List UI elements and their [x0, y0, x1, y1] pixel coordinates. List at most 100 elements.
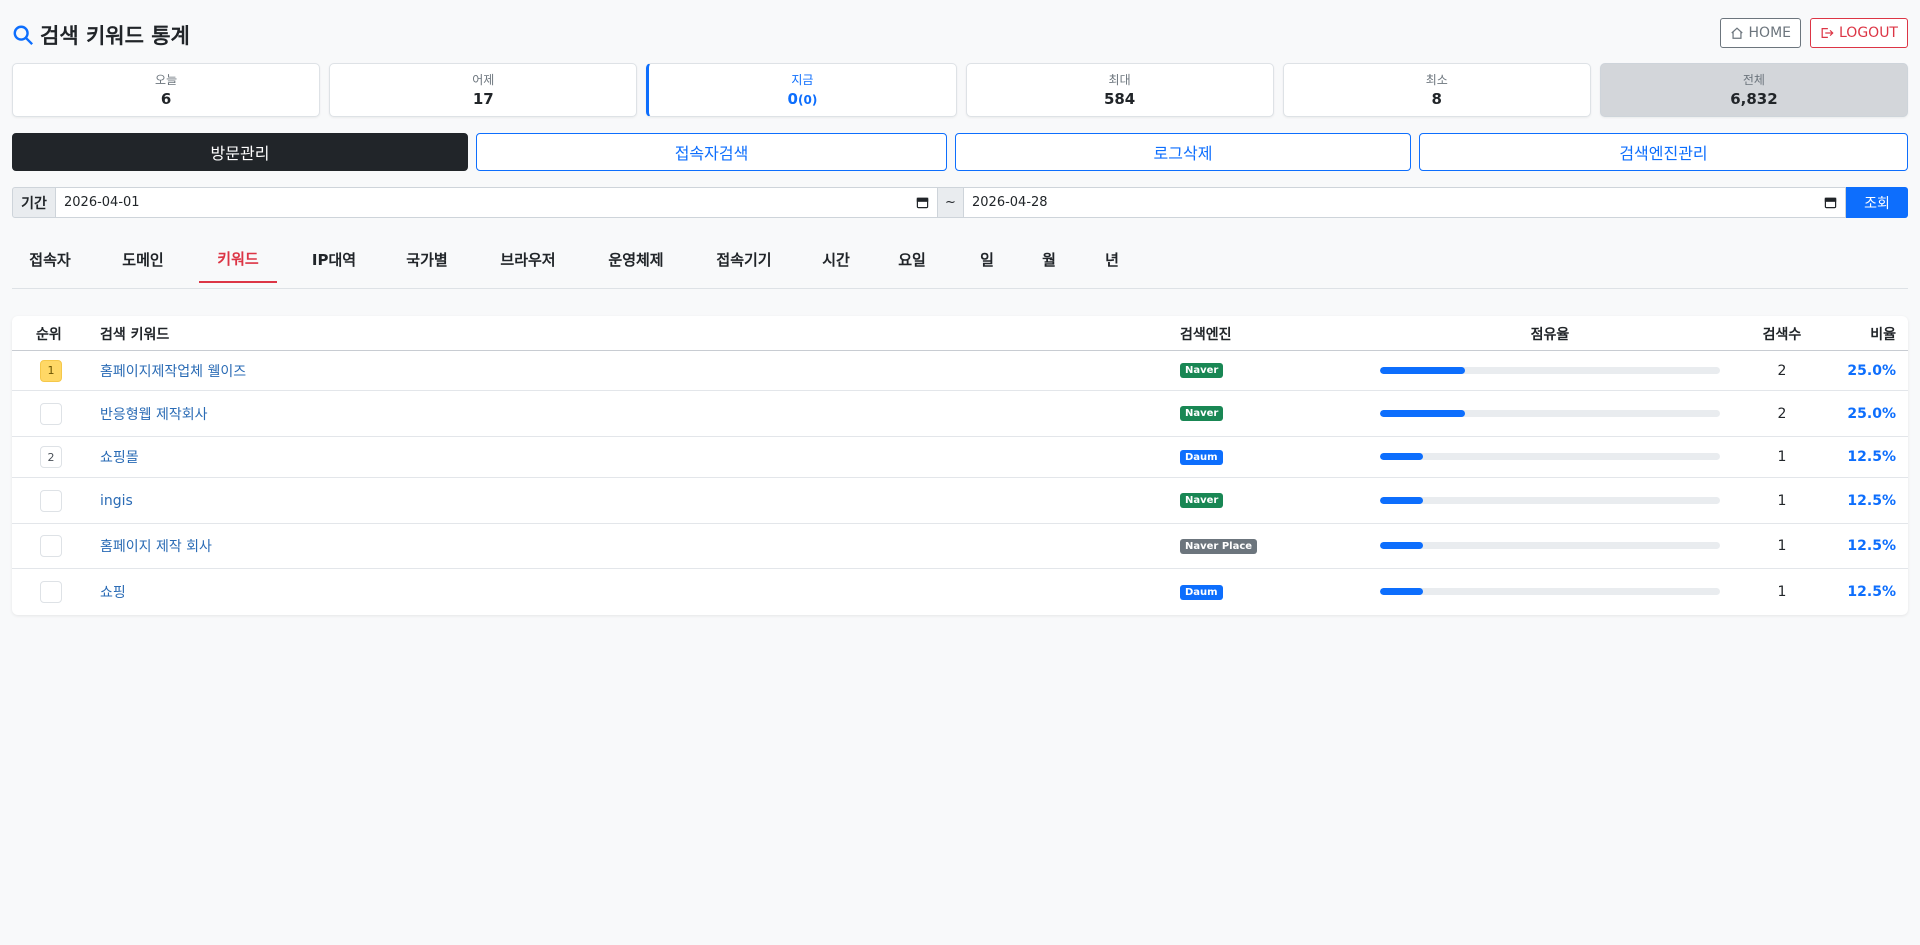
- keyword-link[interactable]: 반응형웹 제작회사: [100, 404, 208, 424]
- period-label: 기간: [12, 187, 56, 218]
- search-count: 2: [1777, 405, 1787, 422]
- stat-label: 어제: [472, 73, 495, 87]
- stat-max: 최대 584: [965, 63, 1274, 117]
- stat-now-sub: (0): [797, 93, 818, 107]
- start-date-input[interactable]: 2026-04-01: [56, 187, 938, 218]
- ratio-value: 25.0%: [1847, 362, 1896, 379]
- page-title: 검색 키워드 통계: [12, 20, 190, 50]
- search-submit-button[interactable]: 조회: [1846, 187, 1908, 218]
- tab-day[interactable]: 일: [962, 236, 1012, 283]
- table-row: 쇼핑 Daum 1 12.5%: [12, 569, 1908, 615]
- search-icon: [13, 25, 34, 46]
- calendar-icon[interactable]: [1824, 196, 1837, 209]
- tab-weekday[interactable]: 요일: [882, 236, 942, 283]
- search-count: 1: [1777, 492, 1787, 509]
- table-row: 홈페이지 제작 회사 Naver Place 1 12.5%: [12, 524, 1908, 569]
- share-bar: [1380, 453, 1720, 460]
- logout-button-label: LOGOUT: [1839, 25, 1898, 41]
- period-separator: ~: [938, 187, 964, 218]
- keyword-link[interactable]: 홈페이지제작업체 웰이즈: [100, 361, 246, 381]
- engine-badge: Naver: [1180, 493, 1224, 508]
- tab-hour[interactable]: 시간: [806, 236, 866, 283]
- keyword-link[interactable]: 쇼핑: [100, 582, 126, 602]
- home-icon: [1730, 27, 1743, 39]
- tab-visitors[interactable]: 접속자: [12, 236, 88, 283]
- share-bar-fill: [1380, 496, 1423, 504]
- share-bar: [1380, 588, 1720, 595]
- stat-label: 최대: [1108, 73, 1131, 87]
- stat-label: 지금: [791, 73, 814, 87]
- ratio-value: 12.5%: [1847, 538, 1896, 554]
- search-engine-manage-button[interactable]: 검색엔진관리: [1419, 133, 1908, 171]
- stat-now-value: 0: [787, 90, 798, 108]
- share-bar-fill: [1380, 542, 1423, 549]
- tab-device[interactable]: 접속기기: [698, 236, 790, 283]
- share-bar-fill: [1380, 588, 1423, 595]
- stat-total: 전체 6,832: [1599, 63, 1909, 117]
- end-date-value: 2026-04-28: [972, 195, 1048, 210]
- share-bar-fill: [1380, 366, 1465, 374]
- keyword-link[interactable]: 홈페이지 제작 회사: [100, 536, 212, 556]
- keyword-link[interactable]: 쇼핑몰: [100, 447, 139, 467]
- stat-value: 17: [472, 90, 494, 108]
- stats-bar: 오늘 6 어제 17 지금 0(0) 최대 584 최소 8 전체 6,832: [12, 63, 1909, 117]
- rank-badge: 2: [40, 446, 62, 468]
- stats-tabs: 접속자 도메인 키워드 IP대역 국가별 브라우저 운영체제 접속기기 시간 요…: [12, 236, 1908, 289]
- table-header: 순위 검색 키워드 검색엔진 점유율 검색수 비율: [12, 316, 1908, 351]
- logout-button[interactable]: LOGOUT: [1810, 18, 1908, 48]
- tab-ip-range[interactable]: IP대역: [294, 236, 374, 283]
- tab-month[interactable]: 월: [1024, 236, 1074, 283]
- search-count: 1: [1777, 584, 1787, 600]
- stat-value: 8: [1431, 90, 1442, 108]
- period-filter: 기간 2026-04-01 ~ 2026-04-28 조회: [12, 187, 1908, 218]
- engine-badge: Daum: [1180, 449, 1223, 465]
- home-button-label: HOME: [1748, 25, 1791, 41]
- keyword-link[interactable]: ingis: [100, 493, 133, 509]
- col-rank: 순위: [36, 326, 62, 343]
- stat-value: 584: [1103, 90, 1136, 108]
- tab-os[interactable]: 운영체제: [590, 236, 682, 283]
- rank-badge: [40, 489, 62, 512]
- tab-browser[interactable]: 브라우저: [482, 236, 574, 283]
- search-count: 2: [1777, 362, 1787, 379]
- engine-badge: Naver: [1180, 363, 1224, 378]
- col-share: 점유율: [1530, 326, 1570, 343]
- keyword-table: 순위 검색 키워드 검색엔진 점유율 검색수 비율 1 홈페이지제작업체 웰이즈 N…: [12, 316, 1908, 615]
- log-delete-button[interactable]: 로그삭제: [955, 133, 1411, 171]
- tab-domain[interactable]: 도메인: [104, 236, 182, 283]
- end-date-input[interactable]: 2026-04-28: [964, 187, 1846, 218]
- visit-manage-button[interactable]: 방문관리: [12, 133, 468, 171]
- home-button[interactable]: HOME: [1719, 18, 1801, 48]
- col-keyword: 검색 키워드: [100, 326, 170, 343]
- col-engine: 검색엔진: [1180, 326, 1232, 343]
- table-row: 반응형웹 제작회사 Naver 2 25.0%: [12, 391, 1908, 437]
- stat-label: 최소: [1425, 73, 1448, 87]
- visitor-search-button[interactable]: 접속자검색: [476, 133, 947, 171]
- start-date-value: 2026-04-01: [64, 195, 140, 210]
- tab-country[interactable]: 국가별: [388, 236, 466, 283]
- share-bar: [1380, 542, 1720, 549]
- table-row: 1 홈페이지제작업체 웰이즈 Naver 2 25.0%: [12, 351, 1908, 391]
- calendar-icon[interactable]: [916, 196, 929, 209]
- engine-badge: Naver Place: [1180, 538, 1258, 554]
- stat-now: 지금 0(0): [646, 63, 957, 117]
- col-count: 검색수: [1762, 326, 1802, 343]
- ratio-value: 25.0%: [1847, 405, 1896, 422]
- page-title-text: 검색 키워드 통계: [40, 24, 190, 48]
- ratio-value: 12.5%: [1847, 449, 1896, 465]
- stat-value: 6: [160, 90, 172, 108]
- share-bar: [1380, 366, 1720, 374]
- stat-today: 오늘 6: [12, 63, 321, 117]
- stat-label: 전체: [1742, 73, 1765, 87]
- page-header: 검색 키워드 통계 HOME LOGOUT: [12, 18, 1908, 50]
- tab-keyword[interactable]: 키워드: [199, 236, 277, 283]
- share-bar: [1380, 409, 1720, 417]
- ratio-value: 12.5%: [1847, 584, 1896, 600]
- share-bar-fill: [1380, 409, 1465, 417]
- rank-badge: [40, 535, 62, 557]
- tab-year[interactable]: 년: [1087, 236, 1137, 283]
- col-ratio: 비율: [1870, 326, 1896, 343]
- share-bar: [1380, 496, 1720, 504]
- rank-badge: 1: [40, 359, 62, 382]
- share-bar-fill: [1380, 453, 1423, 460]
